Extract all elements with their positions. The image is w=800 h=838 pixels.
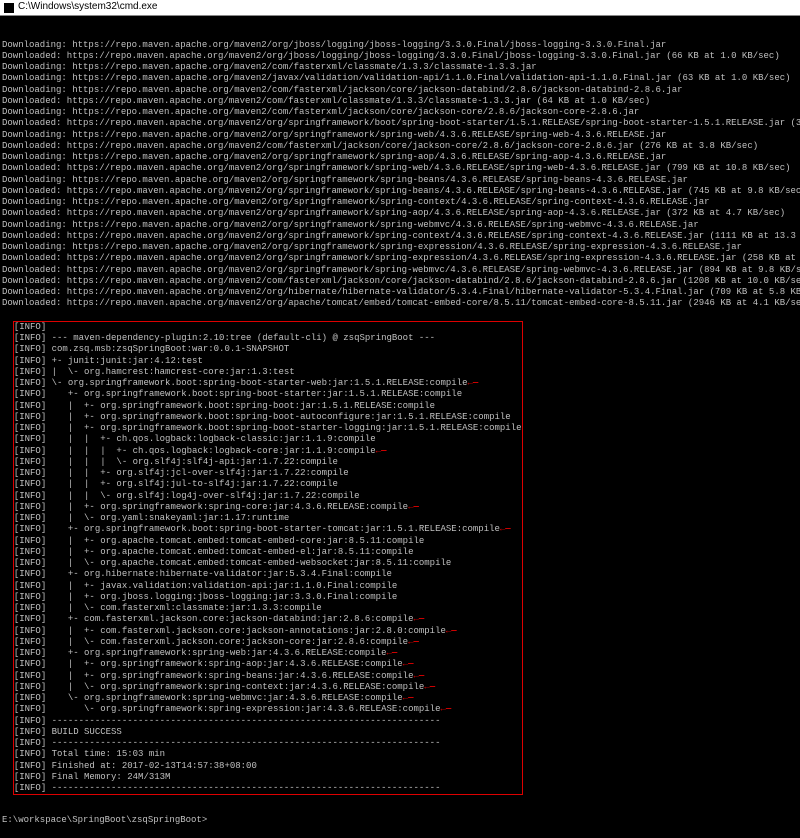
highlight-arrow-icon	[403, 659, 419, 670]
info-line: [INFO] | | +- org.slf4j:jcl-over-slf4j:j…	[14, 468, 522, 479]
download-log: Downloading: https://repo.maven.apache.o…	[2, 40, 798, 310]
info-line: [INFO] | | | \- org.slf4j:slf4j-api:jar:…	[14, 457, 522, 468]
info-line: [INFO] | \- org.apache.tomcat.embed:tomc…	[14, 558, 522, 569]
info-line: [INFO] ---------------------------------…	[14, 738, 522, 749]
info-line: [INFO] | +- javax.validation:validation-…	[14, 581, 522, 592]
info-line: [INFO] | +- org.springframework:spring-a…	[14, 659, 522, 670]
command-prompt[interactable]: E:\workspace\SpringBoot\zsqSpringBoot>	[2, 815, 798, 826]
log-line: Downloaded: https://repo.maven.apache.or…	[2, 265, 798, 276]
info-line: [INFO] \- org.springframework.boot:sprin…	[14, 378, 522, 389]
info-line: [INFO] | | +- org.slf4j:jul-to-slf4j:jar…	[14, 479, 522, 490]
highlight-arrow-icon	[413, 671, 429, 682]
highlight-arrow-icon	[408, 502, 424, 513]
info-line: [INFO] | +- com.fasterxml.jackson.core:j…	[14, 626, 522, 637]
info-line: [INFO] | +- org.springframework.boot:spr…	[14, 423, 522, 434]
cmd-icon	[4, 3, 14, 13]
info-line: [INFO] Final Memory: 24M/313M	[14, 772, 522, 783]
info-line: [INFO] | +- org.springframework.boot:spr…	[14, 401, 522, 412]
info-line: [INFO] com.zsq.msb:zsqSpringBoot:war:0.0…	[14, 344, 522, 355]
log-line: Downloading: https://repo.maven.apache.o…	[2, 73, 798, 84]
info-line: [INFO] +- org.springframework.boot:sprin…	[14, 524, 522, 535]
info-line: [INFO] | +- org.apache.tomcat.embed:tomc…	[14, 536, 522, 547]
info-line: [INFO] Total time: 15:03 min	[14, 749, 522, 760]
highlight-arrow-icon	[386, 648, 402, 659]
highlight-arrow-icon	[403, 693, 419, 704]
info-line: [INFO] | \- org.hamcrest:hamcrest-core:j…	[14, 367, 522, 378]
log-line: Downloaded: https://repo.maven.apache.or…	[2, 276, 798, 287]
info-line: [INFO] +- org.springframework:spring-web…	[14, 648, 522, 659]
dependency-tree-box: [INFO] [INFO] --- maven-dependency-plugi…	[13, 321, 523, 796]
log-line: Downloading: https://repo.maven.apache.o…	[2, 107, 798, 118]
info-line: [INFO] | +- org.springframework.boot:spr…	[14, 412, 522, 423]
log-line: Downloading: https://repo.maven.apache.o…	[2, 220, 798, 231]
log-line: Downloaded: https://repo.maven.apache.or…	[2, 253, 798, 264]
highlight-arrow-icon	[441, 704, 457, 715]
info-line: [INFO] --- maven-dependency-plugin:2.10:…	[14, 333, 522, 344]
info-line: [INFO] | +- org.springframework:spring-b…	[14, 671, 522, 682]
log-line: Downloaded: https://repo.maven.apache.or…	[2, 118, 798, 129]
log-line: Downloading: https://repo.maven.apache.o…	[2, 130, 798, 141]
highlight-arrow-icon	[376, 446, 392, 457]
highlight-arrow-icon	[408, 637, 424, 648]
info-line: [INFO] +- org.hibernate:hibernate-valida…	[14, 569, 522, 580]
highlight-arrow-icon	[468, 378, 484, 389]
log-line: Downloading: https://repo.maven.apache.o…	[2, 40, 798, 51]
info-line: [INFO] ---------------------------------…	[14, 783, 522, 794]
info-line: [INFO] | \- com.fasterxml.jackson.core:j…	[14, 637, 522, 648]
info-line: [INFO] | | \- org.slf4j:log4j-over-slf4j…	[14, 491, 522, 502]
window-titlebar[interactable]: C:\Windows\system32\cmd.exe	[0, 0, 800, 16]
info-line: [INFO] ---------------------------------…	[14, 716, 522, 727]
log-line: Downloaded: https://repo.maven.apache.or…	[2, 287, 798, 298]
log-line: Downloading: https://repo.maven.apache.o…	[2, 175, 798, 186]
log-line: Downloading: https://repo.maven.apache.o…	[2, 85, 798, 96]
log-line: Downloaded: https://repo.maven.apache.or…	[2, 163, 798, 174]
info-line: [INFO] +- junit:junit:jar:4.12:test	[14, 356, 522, 367]
info-line: [INFO]	[14, 322, 522, 333]
info-line: [INFO] | | +- ch.qos.logback:logback-cla…	[14, 434, 522, 445]
info-line: [INFO] \- org.springframework:spring-exp…	[14, 704, 522, 715]
info-line: [INFO] | \- org.springframework:spring-c…	[14, 682, 522, 693]
info-line: [INFO] +- org.springframework.boot:sprin…	[14, 389, 522, 400]
log-line: Downloaded: https://repo.maven.apache.or…	[2, 208, 798, 219]
terminal-output[interactable]: Downloading: https://repo.maven.apache.o…	[0, 16, 800, 838]
info-line: [INFO] | \- org.yaml:snakeyaml:jar:1.17:…	[14, 513, 522, 524]
log-line: Downloaded: https://repo.maven.apache.or…	[2, 141, 798, 152]
info-line: [INFO] \- org.springframework:spring-web…	[14, 693, 522, 704]
info-line: [INFO] | +- org.apache.tomcat.embed:tomc…	[14, 547, 522, 558]
highlight-arrow-icon	[500, 524, 516, 535]
info-line: [INFO] | +- org.jboss.logging:jboss-logg…	[14, 592, 522, 603]
info-line: [INFO] +- com.fasterxml.jackson.core:jac…	[14, 614, 522, 625]
log-line: Downloaded: https://repo.maven.apache.or…	[2, 231, 798, 242]
highlight-arrow-icon	[413, 614, 429, 625]
log-line: Downloading: https://repo.maven.apache.o…	[2, 152, 798, 163]
info-line: [INFO] | | | +- ch.qos.logback:logback-c…	[14, 446, 522, 457]
highlight-arrow-icon	[446, 626, 462, 637]
log-line: Downloaded: https://repo.maven.apache.or…	[2, 186, 798, 197]
info-line: [INFO] Finished at: 2017-02-13T14:57:38+…	[14, 761, 522, 772]
info-line: [INFO] | \- com.fasterxml:classmate:jar:…	[14, 603, 522, 614]
info-line: [INFO] BUILD SUCCESS	[14, 727, 522, 738]
log-line: Downloading: https://repo.maven.apache.o…	[2, 197, 798, 208]
highlight-arrow-icon	[424, 682, 440, 693]
log-line: Downloaded: https://repo.maven.apache.or…	[2, 96, 798, 107]
log-line: Downloaded: https://repo.maven.apache.or…	[2, 51, 798, 62]
info-line: [INFO] | +- org.springframework:spring-c…	[14, 502, 522, 513]
log-line: Downloading: https://repo.maven.apache.o…	[2, 242, 798, 253]
log-line: Downloading: https://repo.maven.apache.o…	[2, 62, 798, 73]
log-line: Downloaded: https://repo.maven.apache.or…	[2, 298, 798, 309]
window-title: C:\Windows\system32\cmd.exe	[18, 1, 158, 14]
